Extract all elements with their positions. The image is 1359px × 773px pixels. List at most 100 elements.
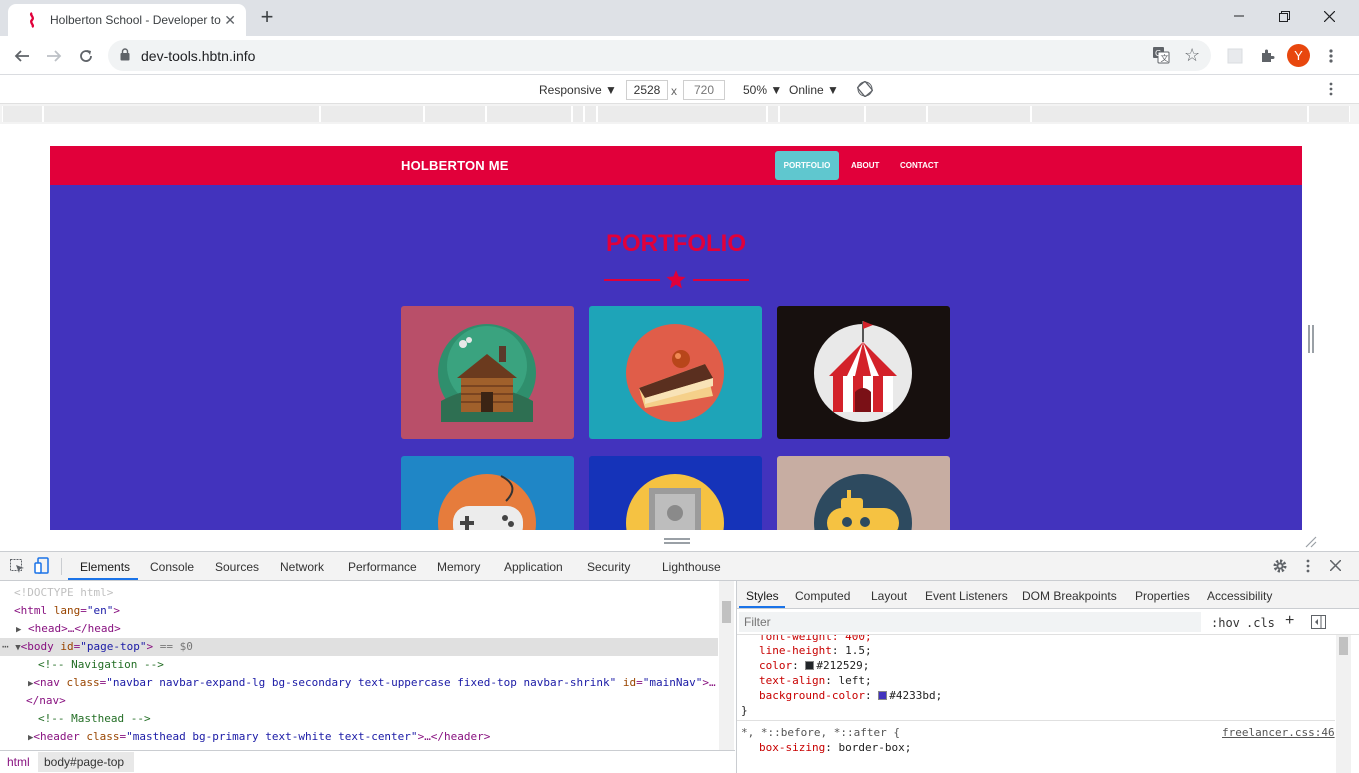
class-toggle[interactable]: .cls xyxy=(1246,616,1275,630)
close-tab-icon[interactable]: ✕ xyxy=(224,12,236,29)
bookmark-star-icon[interactable]: ☆ xyxy=(1184,45,1200,66)
tab-styles[interactable]: Styles xyxy=(746,589,779,603)
network-throttle-select[interactable]: Online ▼ xyxy=(789,83,839,97)
device-mode-select[interactable]: Responsive ▼ xyxy=(539,83,617,97)
minimize-window-icon[interactable] xyxy=(1216,0,1262,32)
address-bar[interactable]: dev-tools.hbtn.info G文 ☆ xyxy=(108,40,1211,71)
styles-scrollbar[interactable] xyxy=(1336,635,1351,773)
extension-blank-icon[interactable] xyxy=(1223,44,1247,68)
new-tab-button[interactable]: + xyxy=(256,6,278,28)
tab-title: Holberton School - Developer to xyxy=(50,13,221,27)
nav-link-contact[interactable]: CONTACT xyxy=(900,161,939,170)
portfolio-item-safe[interactable] xyxy=(589,456,762,530)
elements-scrollbar[interactable] xyxy=(719,581,734,750)
tab-security[interactable]: Security xyxy=(587,560,630,574)
css-declaration-background-color[interactable]: background-color: #4233bd; xyxy=(759,688,942,703)
breadcrumb-html[interactable]: html xyxy=(7,755,30,769)
style-rules-list: font-weight: 400; line-height: 1.5; colo… xyxy=(737,635,1335,773)
tab-properties[interactable]: Properties xyxy=(1135,589,1190,603)
css-declaration-line-height[interactable]: line-height: 1.5; xyxy=(759,643,872,658)
close-window-icon[interactable] xyxy=(1306,0,1352,32)
extensions-puzzle-icon[interactable] xyxy=(1255,44,1279,68)
ellipsis-icon[interactable]: ⋯ xyxy=(2,640,9,653)
devtools-menu-icon[interactable] xyxy=(1306,559,1310,576)
tab-accessibility[interactable]: Accessibility xyxy=(1207,589,1272,603)
tab-layout[interactable]: Layout xyxy=(871,589,907,603)
dom-node-head[interactable]: ▶ <head>…</head> xyxy=(0,620,718,638)
device-toolbar-menu-icon[interactable] xyxy=(1329,82,1333,99)
device-toolbar: Responsive ▼ 2528 x 720 50% ▼ Online ▼ xyxy=(0,76,1359,104)
portfolio-item-cake[interactable] xyxy=(589,306,762,439)
tab-dom-breakpoints[interactable]: DOM Breakpoints xyxy=(1022,589,1117,603)
url-text: dev-tools.hbtn.info xyxy=(141,48,256,64)
tab-network[interactable]: Network xyxy=(280,560,324,574)
back-arrow-icon[interactable] xyxy=(10,44,34,68)
chrome-menu-icon[interactable] xyxy=(1319,44,1343,68)
portfolio-item-circus[interactable] xyxy=(777,306,950,439)
rotate-icon[interactable] xyxy=(857,80,873,100)
devtools-tab-bar: Elements Console Sources Network Perform… xyxy=(0,552,1359,581)
css-universal-selector[interactable]: *, *::before, *::after { xyxy=(741,725,900,740)
toggle-sidebar-icon[interactable] xyxy=(1311,615,1326,632)
dom-node-header[interactable]: ▶<header class="masthead bg-primary text… xyxy=(0,728,718,746)
new-style-rule-icon[interactable]: + xyxy=(1285,612,1294,630)
viewport-width-input[interactable]: 2528 xyxy=(626,80,668,100)
emulated-page: HOLBERTON ME PORTFOLIO ABOUT CONTACT POR… xyxy=(50,146,1302,530)
tab-performance[interactable]: Performance xyxy=(348,560,417,574)
forward-arrow-icon[interactable] xyxy=(42,44,66,68)
reload-icon[interactable] xyxy=(74,44,98,68)
tab-sources[interactable]: Sources xyxy=(215,560,259,574)
restore-window-icon[interactable] xyxy=(1261,0,1307,32)
dom-node-body[interactable]: ⋯ ▼<body id="page-top"> == $0 xyxy=(0,638,718,656)
divider-line-right xyxy=(693,279,749,281)
color-swatch[interactable] xyxy=(805,661,815,670)
tab-event-listeners[interactable]: Event Listeners xyxy=(925,589,1008,603)
dom-node-html[interactable]: <html lang="en"> xyxy=(0,602,718,620)
svg-text:文: 文 xyxy=(1161,53,1169,63)
settings-gear-icon[interactable] xyxy=(1272,558,1288,577)
site-brand[interactable]: HOLBERTON ME xyxy=(401,158,509,173)
viewport-height-input[interactable]: 720 xyxy=(683,80,725,100)
browser-tab[interactable]: Holberton School - Developer to ✕ xyxy=(8,4,246,36)
close-devtools-icon[interactable] xyxy=(1329,559,1342,574)
tab-console[interactable]: Console xyxy=(150,560,194,574)
zoom-select[interactable]: 50% ▼ xyxy=(743,83,782,97)
dom-comment-navigation[interactable]: <!-- Navigation --> xyxy=(0,656,718,674)
dom-comment-masthead[interactable]: <!-- Masthead --> xyxy=(0,710,718,728)
translate-icon[interactable]: G文 xyxy=(1152,46,1170,69)
nav-link-portfolio[interactable]: PORTFOLIO xyxy=(775,151,839,180)
inspect-element-icon[interactable] xyxy=(9,558,25,577)
css-declaration-text-align[interactable]: text-align: left; xyxy=(759,673,872,688)
lock-icon[interactable] xyxy=(120,48,130,66)
hover-state-toggle[interactable]: :hov xyxy=(1211,616,1240,630)
viewport-right-resize-handle[interactable] xyxy=(1308,325,1314,353)
css-declaration-box-sizing[interactable]: box-sizing: border-box; xyxy=(759,740,911,755)
dom-node-nav-close[interactable]: </nav> xyxy=(0,692,718,710)
breadcrumb-body[interactable]: body#page-top xyxy=(44,755,124,769)
tab-computed[interactable]: Computed xyxy=(795,589,850,603)
dom-node-nav[interactable]: ▶<nav class="navbar navbar-expand-lg bg-… xyxy=(0,674,718,692)
portfolio-item-submarine[interactable] xyxy=(777,456,950,530)
dom-node-doctype[interactable]: <!DOCTYPE html> xyxy=(0,584,718,602)
styles-filter-input[interactable] xyxy=(739,612,1201,632)
tab-application[interactable]: Application xyxy=(504,560,563,574)
media-query-bar[interactable] xyxy=(0,104,1359,124)
profile-avatar[interactable]: Y xyxy=(1287,44,1310,67)
portfolio-heading: PORTFOLIO xyxy=(606,230,746,257)
portfolio-item-game[interactable] xyxy=(401,456,574,530)
color-swatch[interactable] xyxy=(878,691,888,700)
device-toggle-icon[interactable] xyxy=(34,557,50,577)
nav-link-about[interactable]: ABOUT xyxy=(851,161,879,170)
cake-icon xyxy=(626,324,724,422)
css-source-link[interactable]: freelancer.css:46 xyxy=(1222,725,1335,740)
expand-triangle-icon[interactable]: ▶ xyxy=(16,625,21,635)
tab-memory[interactable]: Memory xyxy=(437,560,480,574)
css-declaration-color[interactable]: color: #212529; xyxy=(759,658,869,673)
viewport-bottom-resize-handle[interactable] xyxy=(664,538,690,544)
tab-lighthouse[interactable]: Lighthouse xyxy=(662,560,721,574)
tab-elements[interactable]: Elements xyxy=(80,560,130,574)
safe-icon xyxy=(626,474,724,530)
circus-tent-icon xyxy=(814,321,912,422)
browser-toolbar: dev-tools.hbtn.info G文 ☆ Y xyxy=(0,36,1359,75)
portfolio-item-cabin[interactable] xyxy=(401,306,574,439)
